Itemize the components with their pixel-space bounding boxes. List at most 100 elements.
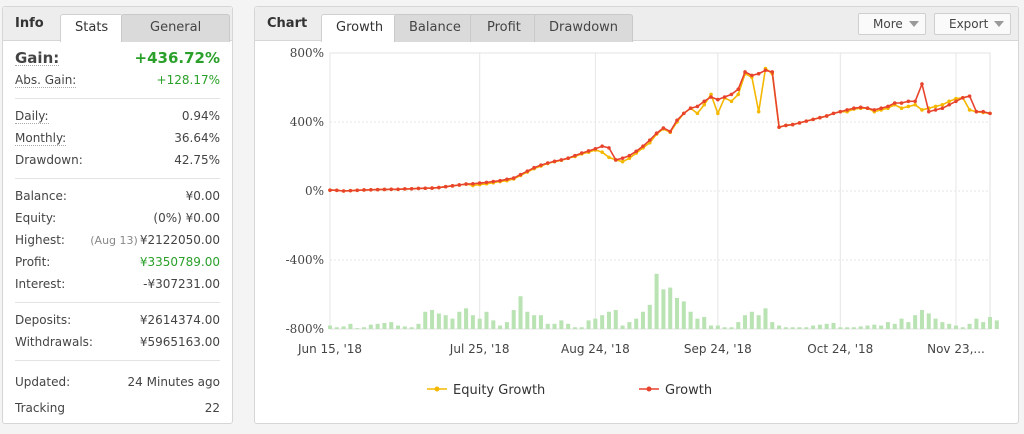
volume-bar [851, 327, 856, 329]
volume-bar [640, 311, 646, 329]
volume-bar [613, 310, 618, 329]
growth-point [661, 126, 666, 130]
growth-point [756, 71, 761, 76]
profit-label: Profit: [15, 255, 51, 269]
deposits-label: Deposits: [15, 313, 72, 327]
equity-growth-point [906, 104, 911, 109]
gain-label: Gain: [15, 49, 60, 67]
equity-growth-point [967, 108, 972, 112]
growth-point [464, 182, 468, 186]
volume-bar [681, 301, 686, 329]
growth-point [716, 97, 720, 102]
x-tick-label: Jul 25, '18 [449, 342, 510, 356]
tab-balance[interactable]: Balance [394, 14, 476, 42]
growth-point [736, 87, 741, 92]
growth-point [573, 153, 577, 158]
updated-label: Updated: [15, 375, 71, 389]
volume-bar [457, 311, 462, 329]
volume-bar [770, 322, 775, 329]
equity-growth-point [736, 92, 741, 97]
volume-bar [552, 323, 557, 329]
info-title: Info [15, 16, 44, 31]
growth-point [831, 111, 836, 116]
volume-bar [715, 325, 720, 329]
volume-bar [987, 316, 993, 329]
monthly-label: Monthly: [15, 131, 67, 146]
deposits-value: ¥2614374.00 [139, 313, 220, 327]
volume-bar [396, 325, 401, 329]
export-button[interactable]: Export [934, 13, 1012, 35]
tab-stats[interactable]: Stats [60, 14, 124, 42]
growth-point [600, 144, 604, 148]
growth-point [824, 114, 829, 118]
growth-point [627, 153, 632, 158]
volume-bar [804, 327, 809, 329]
growth-point [940, 106, 945, 110]
tab-drawdown[interactable]: Drawdown [534, 14, 634, 42]
growth-point [974, 109, 979, 114]
growth-point [845, 108, 849, 112]
equity-growth-point [940, 102, 945, 107]
info-tabbar: Info Stats General [3, 7, 232, 42]
growth-point [682, 111, 686, 116]
growth-point [375, 187, 380, 192]
growth-point [852, 106, 856, 110]
volume-bar [892, 323, 897, 329]
volume-bar [416, 323, 421, 329]
volume-bar [579, 327, 584, 329]
equity-growth-point [695, 111, 700, 116]
volume-bar [511, 310, 516, 329]
tab-profit[interactable]: Profit [470, 14, 538, 42]
equity-growth-point [702, 102, 707, 107]
interest-value: -¥307231.00 [143, 277, 220, 291]
updated-row: Updated: 24 Minutes ago [15, 369, 220, 395]
volume-bar [933, 318, 938, 329]
more-label: More [873, 17, 903, 31]
volume-bar [702, 316, 707, 329]
growth-point [471, 181, 475, 186]
volume-bar [484, 311, 489, 329]
growth-point [362, 188, 366, 192]
volume-bar [430, 310, 435, 329]
y-tick-label: 400% [290, 115, 324, 129]
volume-bar [777, 325, 782, 329]
volume-bar [940, 322, 945, 329]
x-tick-label: Oct 24, '18 [807, 342, 873, 356]
tab-growth[interactable]: Growth [321, 14, 399, 42]
chevron-down-icon [908, 21, 919, 27]
equity-growth-point [716, 111, 720, 116]
volume-bar [348, 323, 353, 329]
volume-bar [362, 327, 367, 329]
profit-row: Profit: ¥3350789.00 [15, 251, 220, 273]
growth-point [750, 73, 754, 78]
growth-point [811, 117, 815, 122]
growth-point [511, 176, 516, 180]
x-tick-label: Aug 24, '18 [561, 342, 630, 356]
growth-point [920, 82, 924, 86]
growth-point [743, 70, 747, 74]
growth-point [593, 146, 598, 151]
interest-label: Interest: [15, 277, 66, 291]
growth-point [613, 158, 618, 162]
volume-bar [838, 327, 843, 329]
volume-bar [668, 287, 673, 329]
growth-point [668, 129, 673, 134]
growth-point [688, 106, 693, 110]
y-tick-label: -400% [286, 253, 324, 267]
balance-value: ¥0.00 [185, 189, 220, 203]
growth-point [886, 104, 890, 109]
growth-point [505, 177, 509, 182]
more-button[interactable]: More [858, 13, 926, 35]
growth-point [382, 187, 387, 192]
tab-general[interactable]: General [121, 14, 231, 42]
volume-bar [736, 322, 741, 329]
volume-bar [763, 308, 768, 329]
growth-point [607, 146, 611, 150]
equity-growth-legend-marker [434, 386, 440, 392]
growth-point [409, 186, 414, 191]
growth-point [416, 186, 421, 191]
drawdown-label: Drawdown: [15, 153, 83, 167]
volume-bar [436, 313, 441, 329]
export-label: Export [949, 17, 989, 31]
volume-bar [402, 326, 407, 329]
